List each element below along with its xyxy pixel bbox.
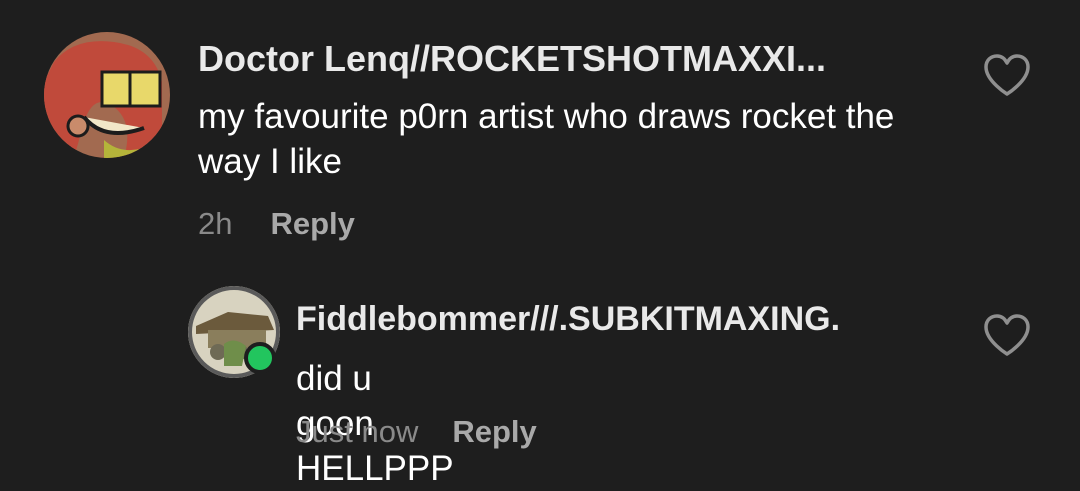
reply-button[interactable]: Reply xyxy=(270,206,354,242)
heart-outline-icon xyxy=(984,314,1030,356)
comment-timestamp: 2h xyxy=(198,206,233,241)
avatar-container[interactable] xyxy=(188,286,280,378)
reply-button[interactable]: Reply xyxy=(452,414,536,450)
like-button[interactable] xyxy=(982,52,1032,103)
comment-username[interactable]: Fiddlebommer///.SUBKITMAXING. xyxy=(296,300,840,339)
online-status-dot xyxy=(244,342,276,374)
avatar-image xyxy=(44,32,170,158)
comment-meta: 2h Reply xyxy=(198,206,355,242)
avatar[interactable] xyxy=(44,32,170,158)
like-button[interactable] xyxy=(982,312,1032,363)
comment-meta: Just now Reply xyxy=(296,414,537,450)
comment-timestamp: Just now xyxy=(296,414,419,449)
comment-username[interactable]: Doctor Lenq//ROCKETSHOTMAXXI... xyxy=(198,38,826,80)
comment-text: my favourite p0rn artist who draws rocke… xyxy=(198,97,895,181)
heart-outline-icon xyxy=(984,54,1030,96)
